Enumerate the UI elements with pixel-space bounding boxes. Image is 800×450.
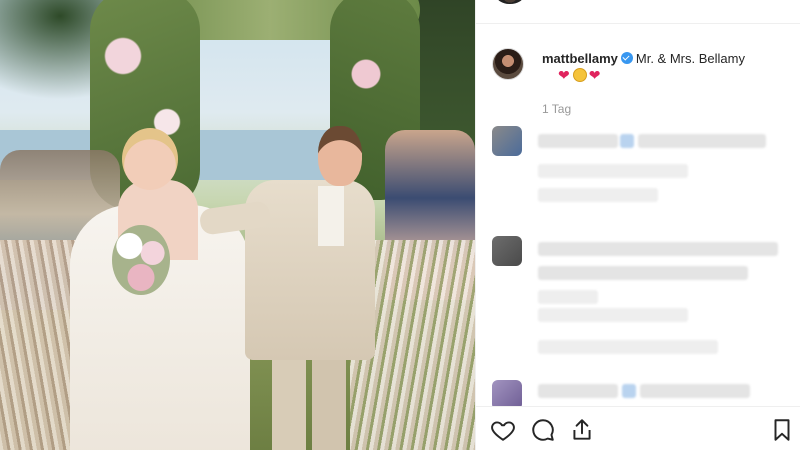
comment-avatar[interactable] [492,126,522,156]
comment-blurred-text [638,134,766,148]
caption-emojis: ❤ ❤ [558,67,601,84]
post-side-panel: mattbellamy Mr. & Mrs. Bellamy ❤ ❤ 1 Tag [475,0,800,450]
comment-blurred-text [538,290,598,304]
comment-blurred-text [538,266,748,280]
comment-icon [532,419,554,441]
groom-shirt [318,186,344,246]
comment-avatar[interactable] [492,236,522,266]
post-action-bar [476,406,800,450]
share-button[interactable] [569,417,599,447]
heart-emoji-icon: ❤ [588,68,602,84]
caption-line: mattbellamy Mr. & Mrs. Bellamy [542,51,745,66]
verified-badge-icon [620,52,633,64]
header-avatar[interactable] [496,0,524,4]
comment-blurred-text [538,134,618,148]
comment-blurred-text [538,340,718,354]
like-button[interactable] [490,417,520,447]
heart-icon [491,421,515,441]
comment-blurred-text [538,384,618,398]
comment-blurred-text [622,384,636,398]
comment-blurred-text [538,188,658,202]
comments-list [476,118,800,406]
comment-blurred-text [538,164,688,178]
author-avatar[interactable] [492,48,524,80]
smile-emoji-icon [572,68,587,82]
bookmark-icon [774,419,790,441]
author-username[interactable]: mattbellamy [542,51,618,66]
comment-button[interactable] [530,417,560,447]
bridal-bouquet [112,225,170,295]
header-divider [476,23,800,24]
groom-leg-left [272,350,306,450]
comment-avatar[interactable] [492,380,522,406]
groom-head [318,126,362,186]
save-button[interactable] [769,417,799,447]
comment-blurred-text [538,308,688,322]
comment-blurred-text [620,134,634,148]
share-icon [573,419,591,440]
post-timestamp[interactable]: 1 Tag [542,102,571,116]
comment-blurred-text [538,242,778,256]
bride-head [122,128,178,190]
heart-emoji-icon: ❤ [558,68,571,84]
caption-text: Mr. & Mrs. Bellamy [635,51,745,66]
comment-blurred-text [640,384,750,398]
groom-leg-right [312,350,346,450]
post-photo[interactable] [0,0,475,450]
